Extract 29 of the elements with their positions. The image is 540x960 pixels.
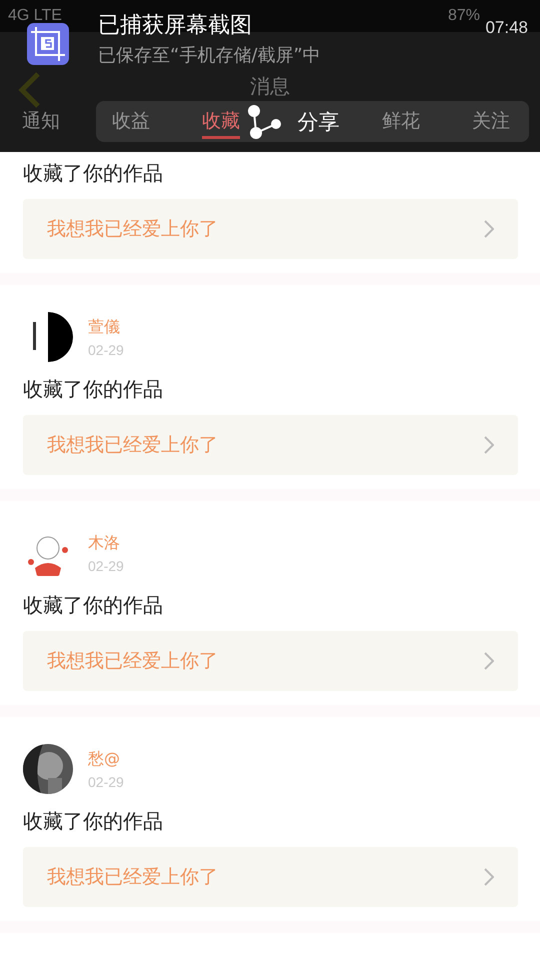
- network-label: 4G LTE: [8, 7, 62, 25]
- work-link[interactable]: 我想我已经爱上你了: [23, 199, 518, 259]
- work-link[interactable]: 我想我已经爱上你了: [23, 415, 518, 475]
- user-name[interactable]: 愁@: [88, 748, 124, 770]
- action-text: 收藏了你的作品: [23, 160, 164, 187]
- chevron-icon: [484, 220, 494, 238]
- share-icon: [248, 104, 282, 138]
- action-text: 收藏了你的作品: [23, 376, 164, 403]
- tab[interactable]: 收藏: [202, 106, 240, 139]
- crop-icon: [27, 23, 69, 65]
- battery-label: 87%: [448, 7, 480, 25]
- notification-title: 已捕获屏幕截图: [98, 12, 252, 40]
- tab[interactable]: 通知: [22, 106, 60, 139]
- tab[interactable]: 收益: [112, 106, 150, 139]
- user-name[interactable]: 萱儀: [88, 316, 124, 338]
- back-icon[interactable]: [18, 70, 42, 110]
- header-title: 消息: [250, 72, 290, 100]
- action-text: 收藏了你的作品: [23, 808, 164, 835]
- chevron-icon: [484, 652, 494, 670]
- tab[interactable]: 鲜花: [382, 106, 420, 139]
- chevron-icon: [484, 868, 494, 886]
- chevron-icon: [484, 436, 494, 454]
- user-name[interactable]: 木洛: [88, 532, 124, 554]
- work-link[interactable]: 我想我已经爱上你了: [23, 847, 518, 907]
- work-link[interactable]: 我想我已经爱上你了: [23, 631, 518, 691]
- action-text: 收藏了你的作品: [23, 592, 164, 619]
- notification-time: 07:48: [485, 18, 528, 38]
- tab[interactable]: 关注: [472, 106, 510, 139]
- notification-subtitle: 已保存至“手机存储/截屏”中: [98, 44, 321, 68]
